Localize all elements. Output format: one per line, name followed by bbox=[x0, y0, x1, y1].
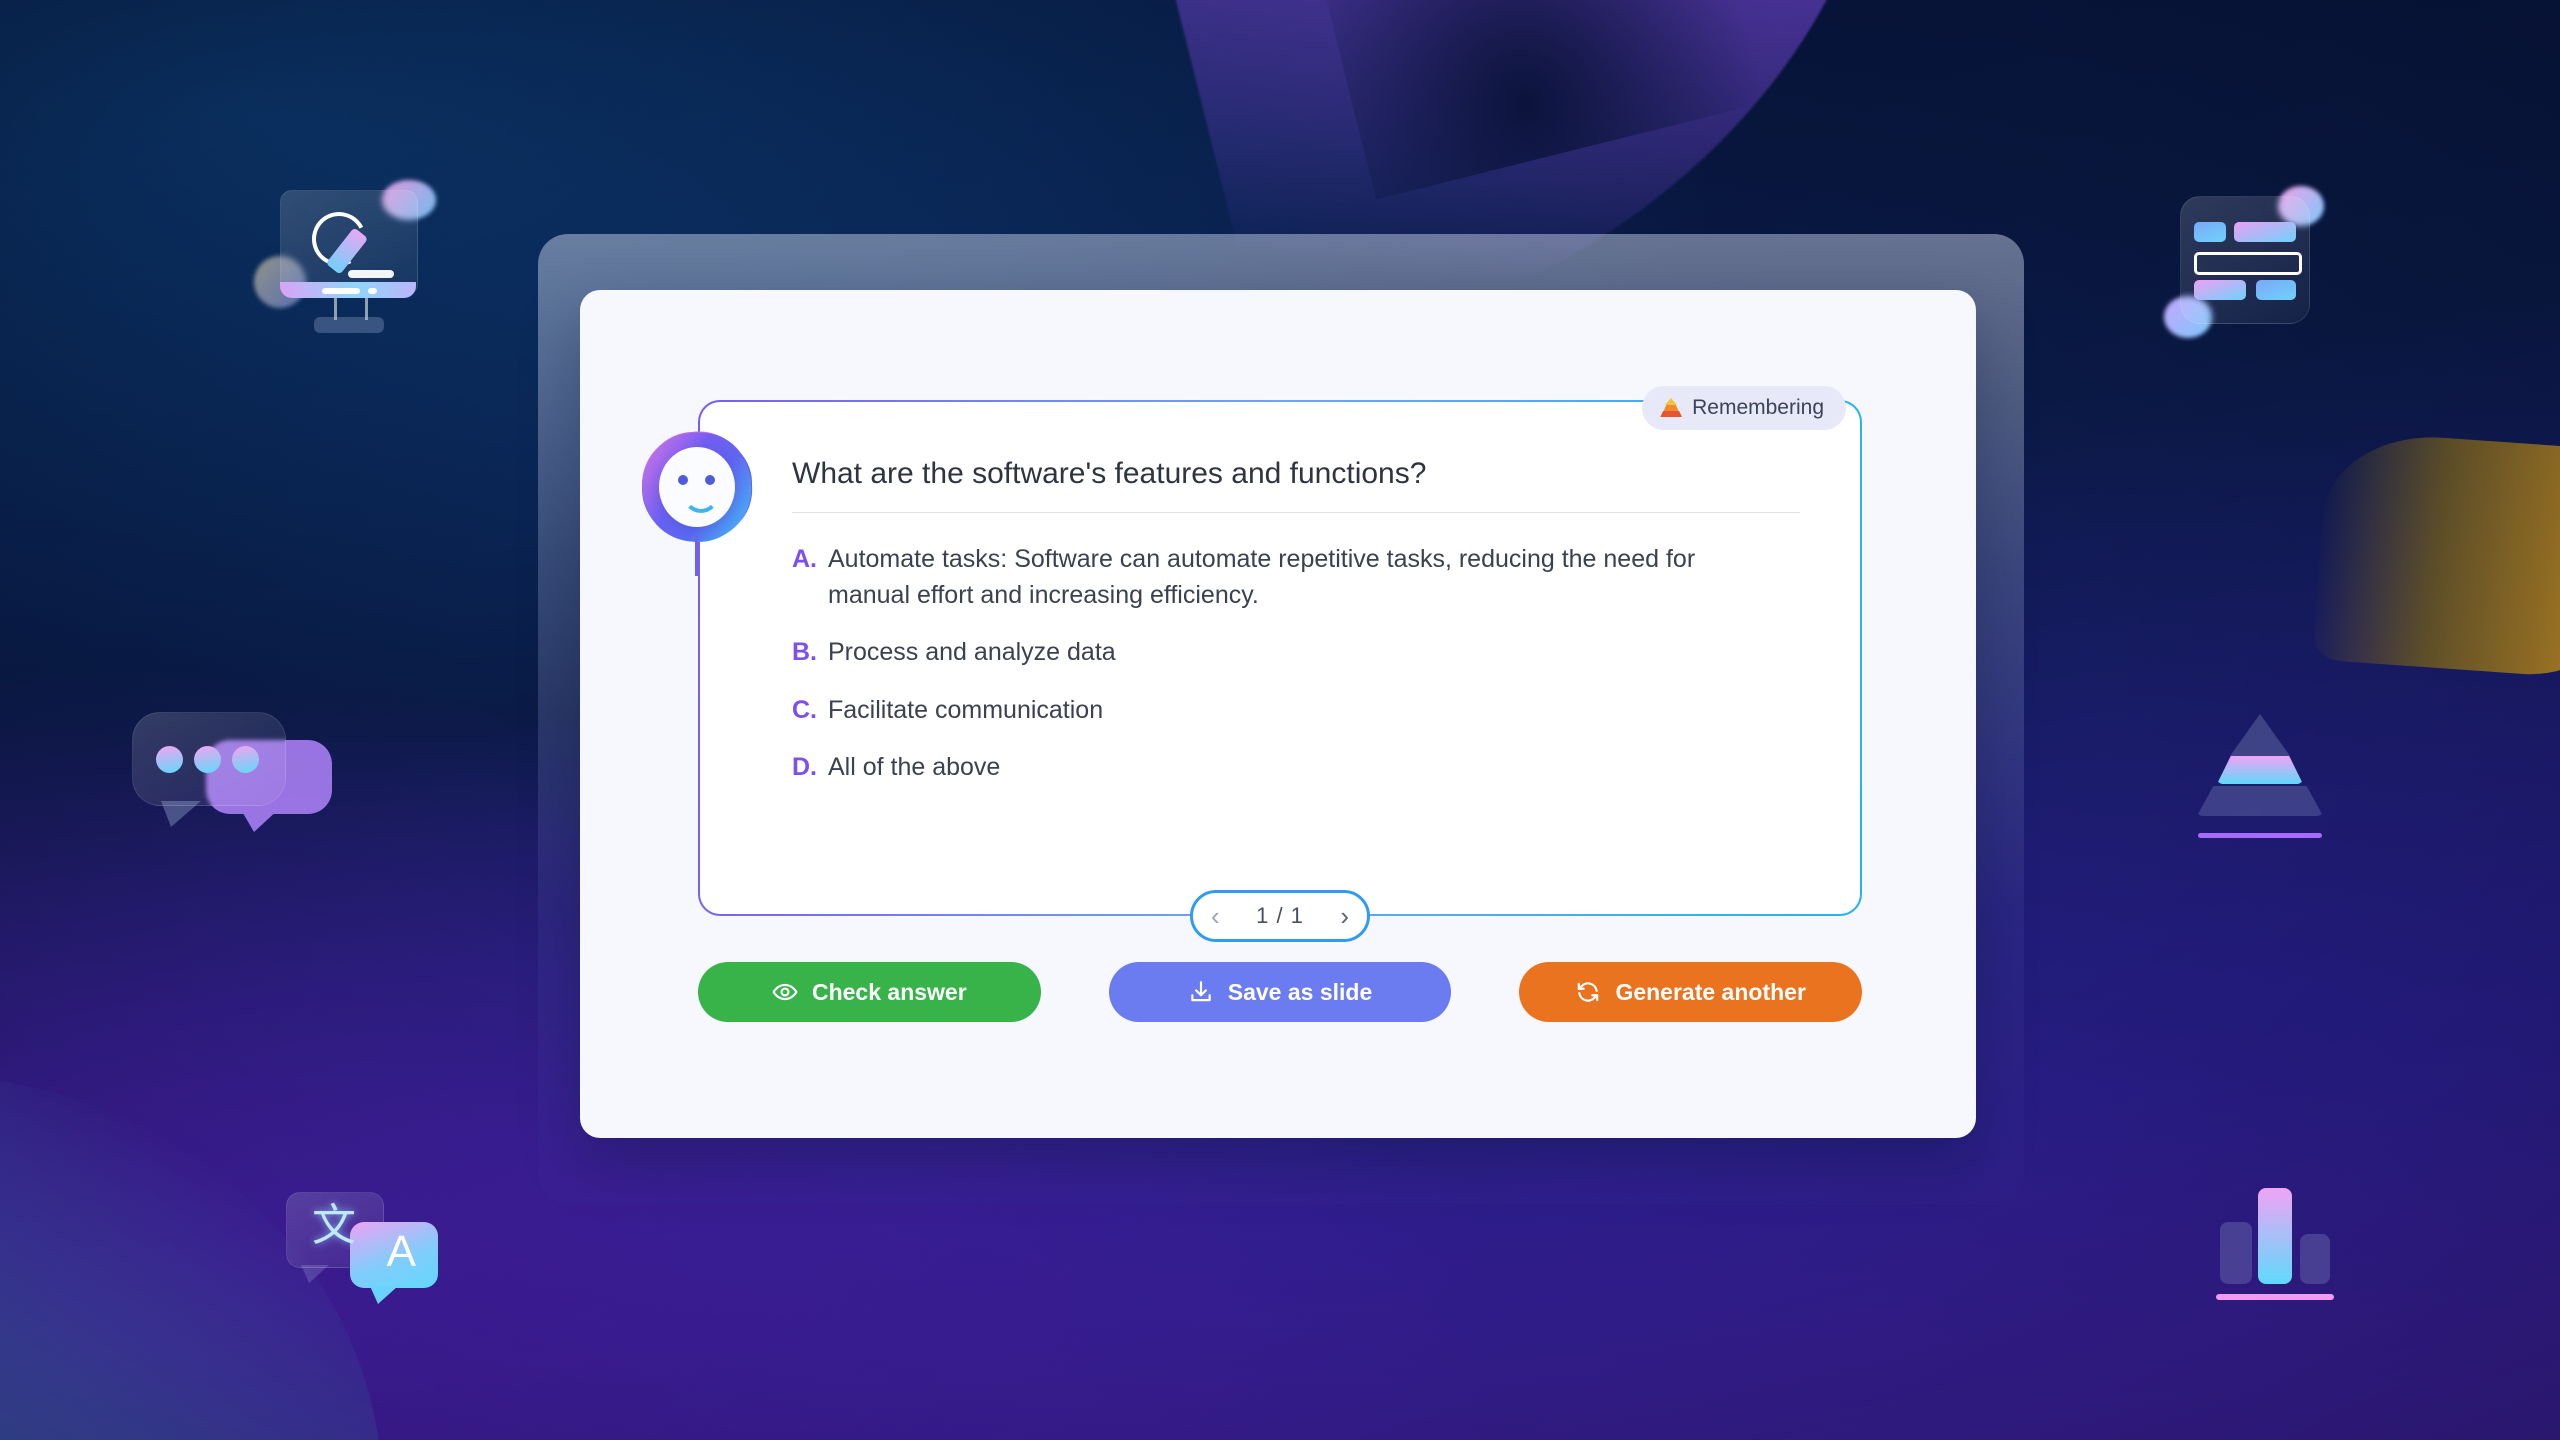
bar-chart-bar bbox=[2258, 1188, 2292, 1284]
pyramid-baseline bbox=[2198, 833, 2322, 838]
answer-option[interactable]: C. Facilitate communication bbox=[792, 693, 1778, 729]
translate-icon: 文 A bbox=[286, 1192, 438, 1310]
form-row-small bbox=[2194, 222, 2226, 242]
monitor-foot bbox=[314, 317, 384, 333]
form-row-bottom bbox=[2194, 280, 2246, 300]
form-row-bottom bbox=[2256, 280, 2296, 300]
check-answer-label: Check answer bbox=[811, 978, 967, 1005]
check-answer-button[interactable]: Check answer bbox=[698, 962, 1041, 1022]
refresh-icon bbox=[1575, 979, 1601, 1005]
form-card-icon bbox=[2164, 186, 2324, 338]
question-text: What are the software's features and fun… bbox=[792, 457, 1427, 490]
action-button-row: Check answer Save as slide Generate anot… bbox=[698, 962, 1863, 1022]
pyramid-tier-bottom bbox=[2197, 786, 2323, 816]
answer-option-text: Process and analyze data bbox=[828, 638, 1116, 666]
monitor-underline bbox=[348, 270, 394, 278]
answer-option-text: Automate tasks: Software can automate re… bbox=[828, 545, 1696, 609]
save-as-slide-label: Save as slide bbox=[1227, 978, 1373, 1005]
eye-icon bbox=[772, 979, 798, 1005]
quiz-panel: Remembering What are the software's feat… bbox=[580, 290, 1976, 1138]
answer-option-text: Facilitate communication bbox=[828, 695, 1104, 724]
taxonomy-pyramid-icon bbox=[2192, 712, 2328, 842]
chevron-left-icon[interactable]: ‹ bbox=[1211, 903, 1220, 929]
avatar-eye bbox=[705, 475, 715, 485]
answer-option-text: All of the above bbox=[828, 753, 1001, 781]
pagination-control: ‹ 1 / 1 › bbox=[1190, 890, 1370, 942]
avatar-stem bbox=[695, 536, 698, 576]
answer-options-list: A. Automate tasks: Software can automate… bbox=[792, 542, 1778, 808]
bot-avatar-icon bbox=[619, 409, 775, 576]
status-badge-label: Remembering bbox=[1692, 396, 1824, 419]
translate-cn-glyph: 文 bbox=[312, 1200, 356, 1251]
answer-option-letter: D. bbox=[792, 753, 817, 781]
answer-option-letter: A. bbox=[792, 545, 817, 573]
chat-dot bbox=[156, 746, 183, 773]
question-card-wrapper: Remembering What are the software's feat… bbox=[619, 386, 1862, 942]
generate-another-button[interactable]: Generate another bbox=[1519, 962, 1863, 1022]
question-card: Remembering What are the software's feat… bbox=[619, 386, 1862, 916]
answer-option[interactable]: D. All of the above bbox=[792, 750, 1778, 786]
download-icon bbox=[1188, 979, 1214, 1005]
answer-option[interactable]: B. Process and analyze data bbox=[792, 635, 1778, 671]
pyramid-tier-middle bbox=[2217, 756, 2303, 784]
chat-dot bbox=[232, 746, 259, 773]
bar-chart-baseline bbox=[2216, 1294, 2334, 1300]
question-divider bbox=[792, 512, 1800, 513]
form-row-large bbox=[2234, 222, 2296, 242]
chat-bubbles-icon bbox=[132, 712, 332, 832]
chevron-right-icon[interactable]: › bbox=[1340, 903, 1349, 929]
monitor-base-dot bbox=[322, 288, 360, 294]
translate-latin-glyph: A bbox=[386, 1227, 416, 1276]
bar-chart-icon bbox=[2216, 1188, 2336, 1306]
question-card-inner: Remembering What are the software's feat… bbox=[619, 386, 1860, 914]
answer-option[interactable]: A. Automate tasks: Software can automate… bbox=[792, 542, 1778, 613]
bar-chart-bar bbox=[2220, 1222, 2252, 1284]
save-as-slide-button[interactable]: Save as slide bbox=[1108, 962, 1452, 1022]
generate-another-label: Generate another bbox=[1615, 978, 1806, 1005]
monitor-design-icon bbox=[254, 180, 436, 334]
form-input-outline bbox=[2194, 252, 2302, 275]
avatar-face bbox=[659, 447, 735, 527]
avatar-smile bbox=[683, 490, 719, 513]
status-badge[interactable]: Remembering bbox=[1642, 386, 1846, 430]
page-counter: 1 / 1 bbox=[1256, 903, 1304, 928]
pyramid-tier-top bbox=[2230, 714, 2290, 756]
avatar-eye bbox=[678, 475, 688, 485]
answer-option-letter: B. bbox=[792, 638, 817, 666]
chat-dot bbox=[194, 746, 221, 773]
bar-chart-bar bbox=[2300, 1234, 2330, 1284]
answer-option-letter: C. bbox=[792, 695, 817, 724]
pyramid-icon bbox=[1660, 398, 1683, 418]
monitor-base-dot bbox=[368, 288, 377, 294]
